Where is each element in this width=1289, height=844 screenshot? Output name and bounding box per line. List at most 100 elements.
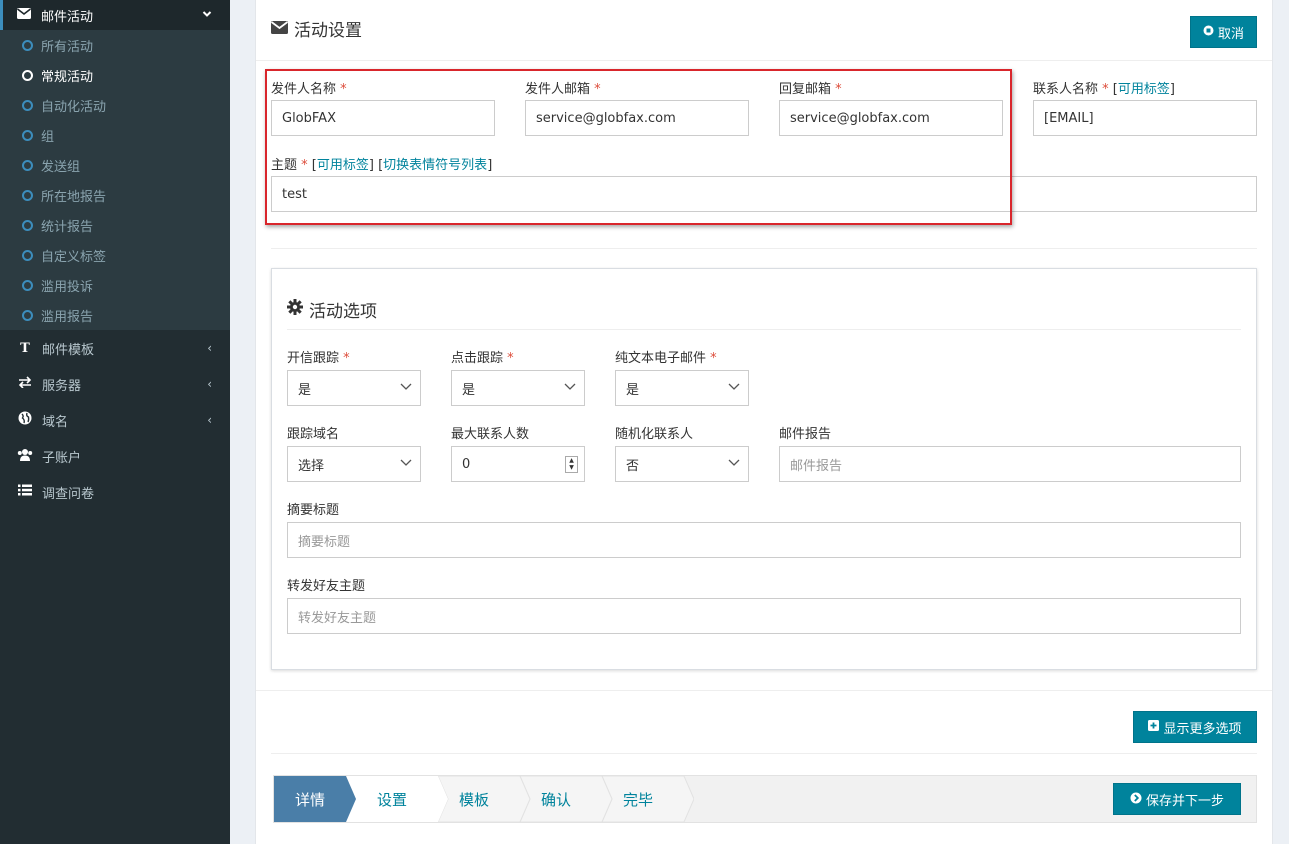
circle-icon — [22, 279, 33, 291]
step-confirm[interactable]: 确认 — [520, 776, 592, 822]
list-icon — [17, 484, 33, 500]
sidebar-item-email-templates[interactable]: T 邮件模板 ‹ — [0, 330, 230, 366]
click-tracking-label: 点击跟踪 * — [451, 351, 514, 366]
open-tracking-label: 开信跟踪 * — [287, 351, 350, 366]
sidebar-section-label: 邮件活动 — [41, 9, 94, 25]
sender-email-input[interactable]: service@globfax.com — [525, 100, 749, 136]
divider — [287, 329, 1241, 330]
contact-name-label: 联系人名称 * [可用标签] — [1033, 82, 1175, 97]
sidebar-item-label: 滥用报告 — [41, 309, 94, 325]
sender-name-input[interactable]: GlobFAX — [271, 100, 495, 136]
page-title: 活动设置 — [270, 16, 362, 41]
chevron-left-icon: ‹ — [207, 377, 212, 391]
summary-title-input[interactable]: 摘要标题 — [287, 522, 1241, 558]
sidebar-item-label: 所有活动 — [41, 39, 94, 55]
step-settings[interactable]: 设置 — [356, 776, 428, 822]
chevron-down-icon — [564, 383, 576, 390]
circle-icon — [22, 249, 33, 261]
users-icon — [17, 448, 33, 465]
toggle-emoji-list-link[interactable]: 切换表情符号列表 — [383, 158, 487, 173]
plain-text-select[interactable]: 是 — [615, 370, 749, 406]
divider — [256, 60, 1272, 61]
cancel-label: 取消 — [1217, 26, 1244, 42]
divider — [256, 690, 1272, 691]
step-done[interactable]: 完毕 — [602, 776, 674, 822]
contact-name-input[interactable]: [EMAIL] — [1033, 100, 1257, 136]
sidebar-item-all-campaigns[interactable]: 所有活动 — [0, 30, 230, 60]
sidebar-item-surveys[interactable]: 调查问卷 — [0, 474, 230, 510]
circle-icon — [22, 99, 33, 111]
options-title: 活动选项 — [287, 297, 377, 322]
sidebar-item-domains[interactable]: 域名 ‹ — [0, 402, 230, 438]
number-spinner-icon[interactable]: ▲ ▼ — [565, 456, 578, 473]
circle-icon — [22, 129, 33, 141]
main-content: 活动设置 取消 发件人名称 * GlobFAX 发件人邮箱 * service@… — [230, 0, 1289, 844]
open-tracking-select[interactable]: 是 — [287, 370, 421, 406]
circle-icon — [22, 39, 33, 51]
tracking-domain-select[interactable]: 选择 — [287, 446, 421, 482]
gear-icon — [287, 299, 303, 320]
sidebar-item-label: 服务器 — [42, 378, 82, 394]
sidebar-item-label: 自动化活动 — [41, 99, 107, 115]
show-more-options-button[interactable]: 显示更多选项 — [1133, 711, 1257, 743]
reply-email-input[interactable]: service@globfax.com — [779, 100, 1003, 136]
sidebar-item-regular-campaigns[interactable]: 常规活动 — [0, 60, 230, 90]
sidebar-item-label: 域名 — [42, 414, 69, 430]
sidebar-item-servers[interactable]: 服务器 ‹ — [0, 366, 230, 402]
step-details[interactable]: 详情 — [274, 776, 346, 822]
randomize-label: 随机化联系人 — [615, 427, 694, 442]
circle-icon — [22, 69, 33, 81]
sidebar-item-custom-tags[interactable]: 自定义标签 — [0, 240, 230, 270]
plain-text-label: 纯文本电子邮件 * — [615, 351, 717, 366]
forward-subject-label: 转发好友主题 — [287, 579, 366, 594]
divider — [271, 248, 1257, 249]
sidebar-item-label: 滥用投诉 — [41, 279, 94, 295]
sidebar: 邮件活动 所有活动 常规活动 自动化活动 组 发送组 所在地报告 统计报告 自定… — [0, 0, 230, 844]
sidebar-item-groups[interactable]: 组 — [0, 120, 230, 150]
chevron-down-icon — [728, 383, 740, 390]
forward-subject-input[interactable]: 转发好友主题 — [287, 598, 1241, 634]
click-tracking-select[interactable]: 是 — [451, 370, 585, 406]
sidebar-item-abuse-report[interactable]: 滥用报告 — [0, 300, 230, 330]
subject-input[interactable]: test — [271, 176, 1257, 212]
mail-report-input[interactable]: 邮件报告 — [779, 446, 1241, 482]
cancel-button[interactable]: 取消 — [1190, 16, 1257, 48]
circle-icon — [22, 189, 33, 201]
circle-icon — [22, 219, 33, 231]
save-and-next-button[interactable]: 保存并下一步 — [1113, 783, 1241, 815]
sidebar-item-label: 统计报告 — [41, 219, 94, 235]
sidebar-submenu: 所有活动 常规活动 自动化活动 组 发送组 所在地报告 统计报告 自定义标签 滥… — [0, 30, 230, 330]
circle-icon — [22, 309, 33, 321]
max-contacts-input[interactable]: 0 ▲ ▼ — [451, 446, 585, 482]
sidebar-item-label: 发送组 — [41, 159, 81, 175]
sender-name-label: 发件人名称 * — [271, 82, 347, 97]
available-tags-link[interactable]: 可用标签 — [1118, 82, 1170, 97]
globe-icon — [17, 411, 33, 429]
page-title-text: 活动设置 — [294, 21, 362, 41]
sidebar-item-location-report[interactable]: 所在地报告 — [0, 180, 230, 210]
sidebar-item-stats-report[interactable]: 统计报告 — [0, 210, 230, 240]
plus-square-icon — [1148, 720, 1160, 734]
reply-email-label: 回复邮箱 * — [779, 82, 842, 97]
sidebar-item-automation[interactable]: 自动化活动 — [0, 90, 230, 120]
envelope-icon — [270, 20, 289, 38]
tracking-domain-label: 跟踪域名 — [287, 427, 340, 442]
randomize-select[interactable]: 否 — [615, 446, 749, 482]
sidebar-item-label: 子账户 — [42, 450, 82, 466]
sidebar-item-label: 调查问卷 — [42, 486, 95, 502]
text-icon: T — [20, 340, 30, 356]
save-and-next-label: 保存并下一步 — [1145, 793, 1224, 809]
campaign-options-panel: 活动选项 开信跟踪 * 是 点击跟踪 * 是 纯文本电子邮件 * 是 跟踪域名 … — [271, 268, 1257, 670]
chevron-left-icon: ‹ — [207, 341, 212, 355]
sidebar-item-abuse-complaints[interactable]: 滥用投诉 — [0, 270, 230, 300]
step-template[interactable]: 模板 — [438, 776, 510, 822]
chevron-down-icon — [400, 383, 412, 390]
sidebar-item-label: 组 — [41, 129, 55, 145]
sidebar-item-send-groups[interactable]: 发送组 — [0, 150, 230, 180]
sidebar-section-email-campaigns[interactable]: 邮件活动 — [0, 0, 230, 30]
subject-available-tags-link[interactable]: 可用标签 — [317, 158, 369, 173]
summary-title-label: 摘要标题 — [287, 503, 340, 518]
max-contacts-label: 最大联系人数 — [451, 427, 530, 442]
sidebar-item-label: 所在地报告 — [41, 189, 107, 205]
sidebar-item-sub-accounts[interactable]: 子账户 — [0, 438, 230, 474]
